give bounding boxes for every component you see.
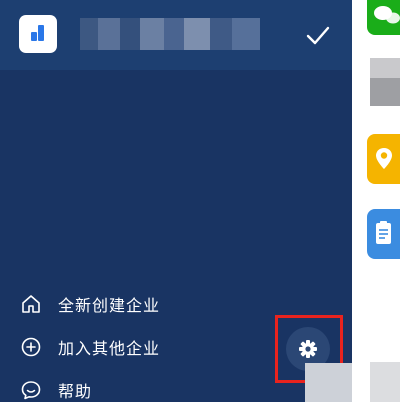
org-name-redacted <box>80 18 260 50</box>
chat-bubble-icon <box>21 380 41 399</box>
menu-item-label: 全新创建企业 <box>58 295 161 315</box>
background-app-strip <box>352 0 400 402</box>
redacted-icon <box>370 362 400 402</box>
menu-item-label: 加入其他企业 <box>58 338 161 358</box>
check-icon <box>306 26 330 45</box>
clipboard-icon[interactable] <box>367 209 400 259</box>
redacted-icon <box>370 78 400 106</box>
org-header[interactable] <box>0 0 352 70</box>
wechat-icon[interactable] <box>367 0 400 35</box>
redacted-area <box>305 363 355 402</box>
location-pin-icon[interactable] <box>367 134 400 184</box>
home-icon <box>22 294 40 313</box>
menu-item-label: 帮助 <box>58 381 93 401</box>
redacted-icon <box>370 58 400 78</box>
plus-circle-icon <box>21 337 41 356</box>
org-logo-icon <box>19 15 57 53</box>
